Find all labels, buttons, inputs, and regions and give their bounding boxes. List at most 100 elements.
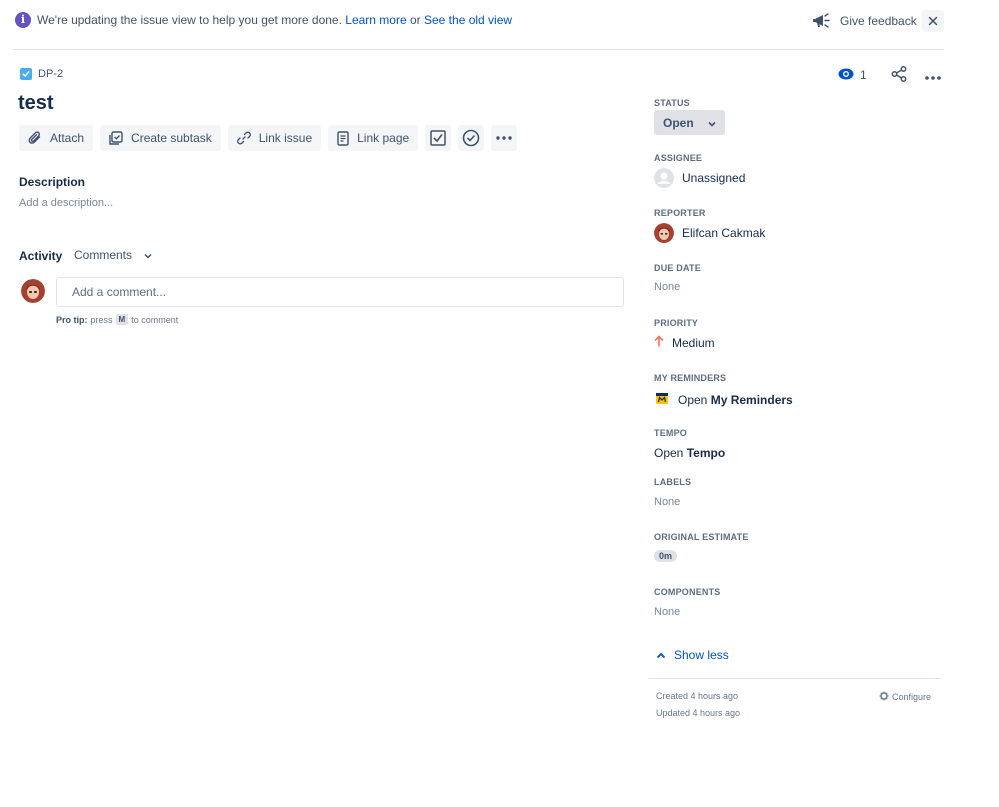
more-icon [496, 136, 512, 140]
reminders-label: MY REMINDERS [654, 373, 727, 383]
close-icon [928, 13, 938, 29]
watch-button[interactable]: 1 [836, 64, 869, 86]
priority-value: Medium [672, 335, 715, 350]
components-label: COMPONENTS [654, 587, 721, 597]
pro-tip-label: Pro tip: [56, 314, 88, 325]
reporter-value: Elifcan Cakmak [682, 226, 766, 240]
megaphone-icon [812, 13, 832, 29]
give-feedback-label: Give feedback [840, 14, 917, 28]
reminders-field[interactable]: Open My Reminders [654, 390, 793, 409]
create-subtask-button[interactable]: Create subtask [100, 125, 221, 151]
description-heading: Description [19, 175, 86, 189]
banner-text: We're updating the issue view to help yo… [37, 13, 512, 27]
reporter-label: REPORTER [654, 208, 706, 218]
status-value: Open [663, 115, 694, 130]
info-banner: i We're updating the issue view to help … [0, 0, 960, 42]
pro-tip: Pro tip: press M to comment [56, 314, 178, 325]
banner-connector: or [409, 13, 421, 27]
close-banner-button[interactable] [922, 10, 944, 32]
paperclip-icon [28, 131, 42, 145]
reminders-open-text: Open [678, 392, 708, 407]
tempo-field[interactable]: Open Tempo [654, 446, 725, 460]
updated-timestamp: Updated 4 hours ago [656, 708, 741, 718]
approval-button[interactable] [458, 125, 485, 151]
description-placeholder[interactable]: Add a description... [19, 197, 113, 209]
comment-input[interactable] [56, 277, 624, 307]
checkbox-icon [430, 130, 446, 146]
status-dropdown[interactable]: Open [654, 110, 725, 135]
banner-message: We're updating the issue view to help yo… [37, 13, 342, 27]
learn-more-link[interactable]: Learn more [345, 13, 406, 27]
link-page-label: Link page [357, 131, 410, 145]
due-date-label: DUE DATE [654, 263, 701, 273]
reporter-avatar [654, 223, 674, 243]
gear-icon [879, 691, 889, 703]
subtask-icon [109, 131, 123, 145]
components-value[interactable]: None [654, 606, 680, 618]
status-label: STATUS [654, 98, 690, 108]
create-subtask-label: Create subtask [131, 131, 212, 145]
eye-icon [838, 68, 854, 83]
tempo-name: Tempo [686, 446, 726, 460]
tempo-label: TEMPO [654, 428, 688, 438]
link-page-button[interactable]: Link page [328, 125, 419, 151]
link-issue-label: Link issue [258, 131, 313, 145]
activity-filter-dropdown[interactable]: Comments [74, 248, 152, 262]
activity-heading: Activity [19, 249, 63, 263]
more-actions-button[interactable] [924, 67, 941, 83]
reminders-app-icon [654, 390, 670, 409]
priority-field[interactable]: Medium [654, 335, 715, 350]
task-type-icon [20, 68, 32, 80]
attach-button[interactable]: Attach [19, 125, 94, 151]
assignee-value: Unassigned [682, 171, 746, 185]
show-less-label: Show less [674, 648, 729, 662]
configure-label: Configure [892, 692, 932, 702]
link-issue-button[interactable]: Link issue [227, 125, 322, 151]
shortcut-key: M [115, 314, 129, 325]
issue-toolbar: Attach Create subtask Link issue Link pa… [19, 125, 518, 151]
give-feedback-button[interactable]: Give feedback [812, 10, 917, 32]
old-view-link[interactable]: See the old view [424, 13, 512, 27]
reminders-name: My Reminders [710, 392, 793, 407]
chevron-down-icon [708, 116, 716, 130]
original-estimate-value: 0m [654, 550, 678, 562]
top-actions: 1 [836, 64, 941, 86]
info-icon: i [15, 12, 31, 28]
chevron-down-icon [144, 248, 152, 262]
page-icon [337, 130, 349, 146]
activity-filter-value: Comments [74, 248, 133, 262]
attach-label: Attach [50, 131, 85, 145]
reporter-field[interactable]: Elifcan Cakmak [654, 223, 765, 243]
share-button[interactable] [891, 65, 907, 85]
chevron-up-icon [656, 648, 666, 662]
tempo-open-text: Open [654, 446, 684, 460]
labels-value[interactable]: None [654, 496, 680, 508]
watch-count: 1 [860, 68, 867, 82]
labels-label: LABELS [654, 477, 692, 487]
configure-button[interactable]: Configure [879, 691, 931, 703]
issue-title[interactable]: test [18, 92, 54, 115]
pro-tip-suffix: to comment [131, 314, 179, 325]
assignee-field[interactable]: Unassigned [654, 168, 745, 188]
check-circle-icon [462, 129, 480, 147]
due-date-value[interactable]: None [654, 281, 680, 293]
user-avatar [21, 279, 45, 303]
assignee-label: ASSIGNEE [654, 153, 703, 163]
link-icon [236, 131, 251, 145]
original-estimate-field[interactable]: 0m [654, 550, 678, 562]
checklist-button[interactable] [425, 125, 452, 151]
issue-key: DP-2 [38, 68, 64, 80]
created-timestamp: Created 4 hours ago [656, 691, 739, 701]
show-less-button[interactable]: Show less [656, 648, 729, 662]
original-estimate-label: ORIGINAL ESTIMATE [654, 532, 749, 542]
priority-medium-icon [654, 335, 664, 350]
more-icon [924, 67, 941, 83]
more-toolbar-button[interactable] [491, 125, 518, 151]
panel-divider [648, 678, 941, 679]
issue-key-breadcrumb[interactable]: DP-2 [20, 68, 63, 80]
unassigned-avatar-icon [654, 168, 674, 188]
priority-label: PRIORITY [654, 318, 699, 328]
pro-tip-press: press [90, 314, 113, 325]
banner-divider [13, 49, 944, 50]
share-icon [891, 65, 907, 85]
